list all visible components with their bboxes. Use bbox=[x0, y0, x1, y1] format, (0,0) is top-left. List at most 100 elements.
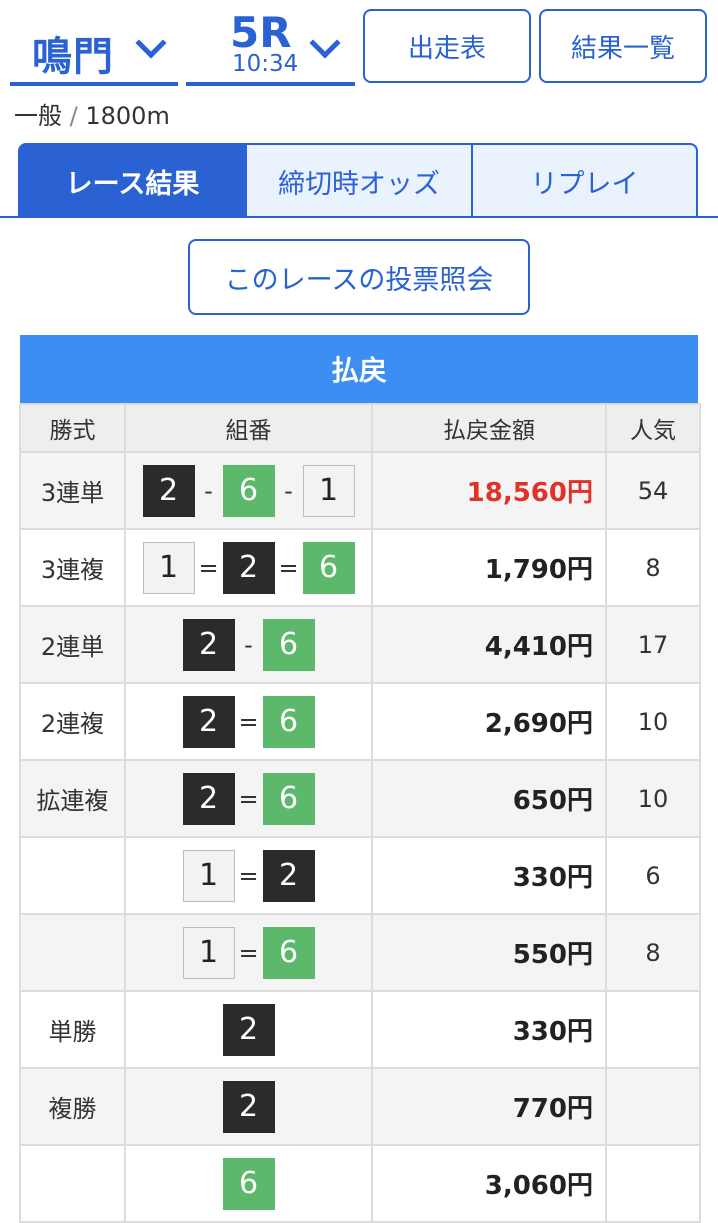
combination-separator: - bbox=[284, 476, 293, 505]
payout-title: 払戻 bbox=[20, 335, 698, 403]
boat-number-box: 2 bbox=[222, 541, 275, 594]
boat-number-box: 2 bbox=[142, 464, 195, 517]
payout-amount: 2,690円 bbox=[371, 682, 607, 761]
header-bet-type: 勝式 bbox=[19, 403, 126, 453]
combination-boxes: 2 bbox=[222, 1003, 275, 1056]
combination-boxes: 2-6-1 bbox=[142, 464, 355, 517]
combination: 2 = 6 bbox=[124, 759, 373, 838]
table-row: 2連複 2 = 6 2,690円 10 bbox=[19, 682, 701, 761]
venue-selector[interactable]: 鳴門 bbox=[10, 8, 178, 86]
boat-number-box: 6 bbox=[262, 695, 315, 748]
race-grade: 一般 bbox=[14, 102, 62, 130]
bet-type: 拡連複 bbox=[19, 759, 126, 838]
boat-number-box: 1 bbox=[302, 464, 355, 517]
tab-underline bbox=[0, 216, 718, 218]
payout-amount: 1,790円 bbox=[371, 528, 607, 607]
table-row: 3連複 1 = 2 = 6 1,790円 8 bbox=[19, 528, 701, 607]
bet-type: 2連単 bbox=[19, 605, 126, 684]
boat-number-box: 6 bbox=[262, 772, 315, 825]
combination-boxes: 2 = 6 bbox=[182, 772, 315, 825]
combination-separator: - bbox=[204, 476, 213, 505]
bet-type: 3連複 bbox=[19, 528, 126, 607]
boat-number-box: 2 bbox=[262, 849, 315, 902]
payout-amount: 650円 bbox=[371, 759, 607, 838]
table-row: 3連単 2-6-1 18,560円 54 bbox=[19, 451, 701, 530]
combination-separator: = bbox=[238, 784, 259, 813]
popularity: 54 bbox=[605, 451, 701, 530]
results-list-button[interactable]: 結果一覧 bbox=[539, 9, 707, 83]
boat-number-box: 6 bbox=[262, 926, 315, 979]
bet-type: 単勝 bbox=[19, 990, 126, 1069]
header-popularity: 人気 bbox=[605, 403, 701, 453]
combination: 2-6-1 bbox=[124, 451, 373, 530]
tab-race-result[interactable]: レース結果 bbox=[18, 143, 247, 218]
payout-amount: 330円 bbox=[371, 990, 607, 1069]
payout-amount: 4,410円 bbox=[371, 605, 607, 684]
combination-boxes: 2-6 bbox=[182, 618, 315, 671]
combination-separator: = bbox=[238, 861, 259, 890]
boat-number-box: 2 bbox=[182, 618, 235, 671]
boat-number-box: 2 bbox=[182, 772, 235, 825]
payout-amount: 3,060円 bbox=[371, 1144, 607, 1223]
bet-type bbox=[19, 913, 126, 992]
chevron-down-icon bbox=[135, 27, 167, 59]
entries-button[interactable]: 出走表 bbox=[363, 9, 531, 83]
popularity: 8 bbox=[605, 913, 701, 992]
popularity bbox=[605, 1067, 701, 1146]
combination: 2-6 bbox=[124, 605, 373, 684]
boat-number-box: 2 bbox=[182, 695, 235, 748]
payout-amount: 770円 bbox=[371, 1067, 607, 1146]
combination-separator: = bbox=[238, 707, 259, 736]
race-info: 一般 / 1800m bbox=[14, 96, 170, 131]
table-row: 6 3,060円 bbox=[19, 1144, 701, 1223]
race-time: 10:34 bbox=[232, 51, 299, 77]
race-selector[interactable]: 5R 10:34 bbox=[186, 8, 355, 86]
combination: 2 bbox=[124, 990, 373, 1069]
combination-separator: = bbox=[238, 938, 259, 967]
boat-number-box: 1 bbox=[142, 541, 195, 594]
payout-rows: 3連単 2-6-1 18,560円 54 3連複 1 = 2 = 6 1,790円 8 2連単 2-6 4,… bbox=[19, 451, 701, 1223]
header-combination: 組番 bbox=[124, 403, 373, 453]
combination: 1 = 6 bbox=[124, 913, 373, 992]
boat-number-box: 1 bbox=[182, 926, 235, 979]
table-row: 単勝 2 330円 bbox=[19, 990, 701, 1069]
boat-number-box: 2 bbox=[222, 1080, 275, 1133]
tab-closing-odds[interactable]: 締切時オッズ bbox=[245, 143, 473, 218]
boat-number-box: 6 bbox=[262, 618, 315, 671]
combination: 2 = 6 bbox=[124, 682, 373, 761]
bet-type: 2連複 bbox=[19, 682, 126, 761]
table-row: 複勝 2 770円 bbox=[19, 1067, 701, 1146]
bet-type: 複勝 bbox=[19, 1067, 126, 1146]
boat-number-box: 6 bbox=[222, 464, 275, 517]
combination-boxes: 1 = 6 bbox=[182, 926, 315, 979]
tab-bar: レース結果 締切時オッズ リプレイ bbox=[18, 143, 698, 218]
combination-boxes: 2 = 6 bbox=[182, 695, 315, 748]
table-row: 1 = 2 330円 6 bbox=[19, 836, 701, 915]
tab-replay[interactable]: リプレイ bbox=[471, 143, 698, 218]
bet-type bbox=[19, 836, 126, 915]
combination: 6 bbox=[124, 1144, 373, 1223]
payout-table: 勝式 組番 払戻金額 人気 3連単 2-6-1 18,560円 54 3連複 1 = 2 = 6 1… bbox=[19, 403, 701, 1223]
boat-number-box: 6 bbox=[222, 1157, 275, 1210]
boat-number-box: 2 bbox=[222, 1003, 275, 1056]
popularity: 17 bbox=[605, 605, 701, 684]
combination: 1 = 2 = 6 bbox=[124, 528, 373, 607]
header-payout-amount: 払戻金額 bbox=[371, 403, 607, 453]
bet-type bbox=[19, 1144, 126, 1223]
venue-name: 鳴門 bbox=[32, 34, 114, 80]
boat-number-box: 6 bbox=[302, 541, 355, 594]
combination-separator: - bbox=[244, 630, 253, 659]
race-distance: 1800m bbox=[85, 102, 170, 130]
combination-boxes: 1 = 2 bbox=[182, 849, 315, 902]
bet-type: 3連単 bbox=[19, 451, 126, 530]
info-separator: / bbox=[69, 102, 78, 130]
table-row: 1 = 6 550円 8 bbox=[19, 913, 701, 992]
table-row: 拡連複 2 = 6 650円 10 bbox=[19, 759, 701, 838]
boat-number-box: 1 bbox=[182, 849, 235, 902]
combination: 2 bbox=[124, 1067, 373, 1146]
popularity: 10 bbox=[605, 759, 701, 838]
combination-boxes: 6 bbox=[222, 1157, 275, 1210]
vote-inquiry-button[interactable]: このレースの投票照会 bbox=[188, 239, 530, 315]
popularity: 6 bbox=[605, 836, 701, 915]
payout-amount: 330円 bbox=[371, 836, 607, 915]
